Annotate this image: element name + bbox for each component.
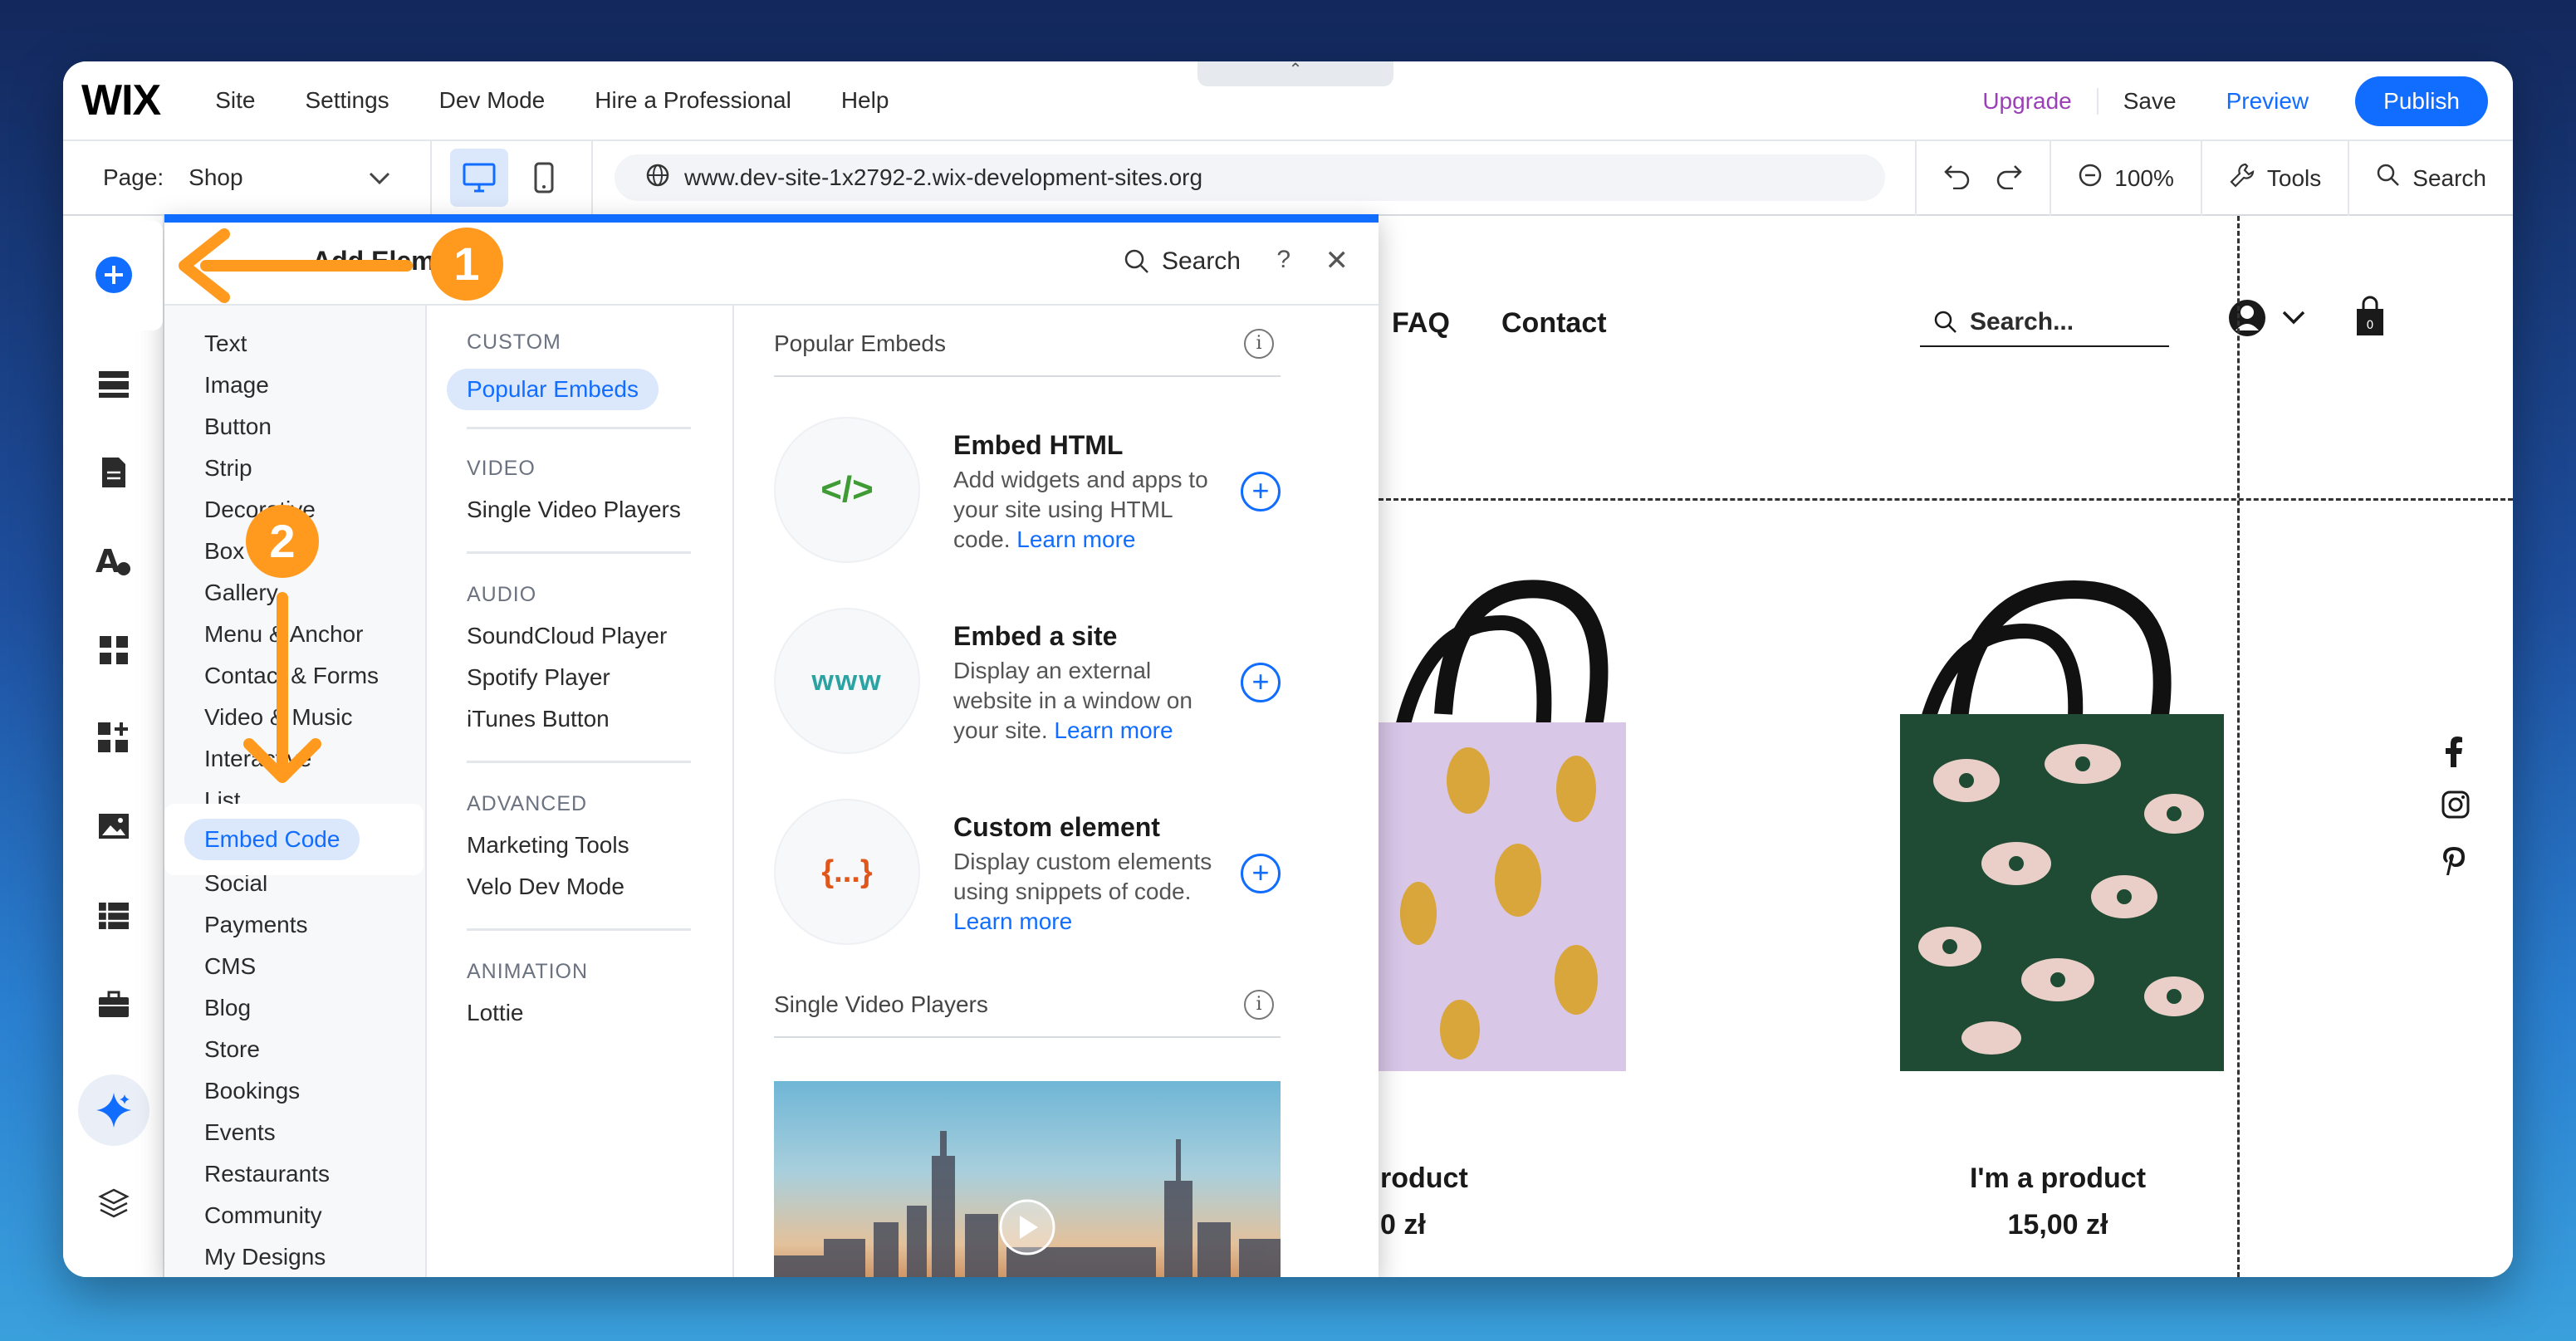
annotation-layer <box>179 228 413 783</box>
arrow-step-2 <box>243 592 321 783</box>
step-badge-2: 2 <box>246 505 319 578</box>
step-badge-1: 1 <box>430 228 503 301</box>
arrow-step-1 <box>179 228 413 303</box>
